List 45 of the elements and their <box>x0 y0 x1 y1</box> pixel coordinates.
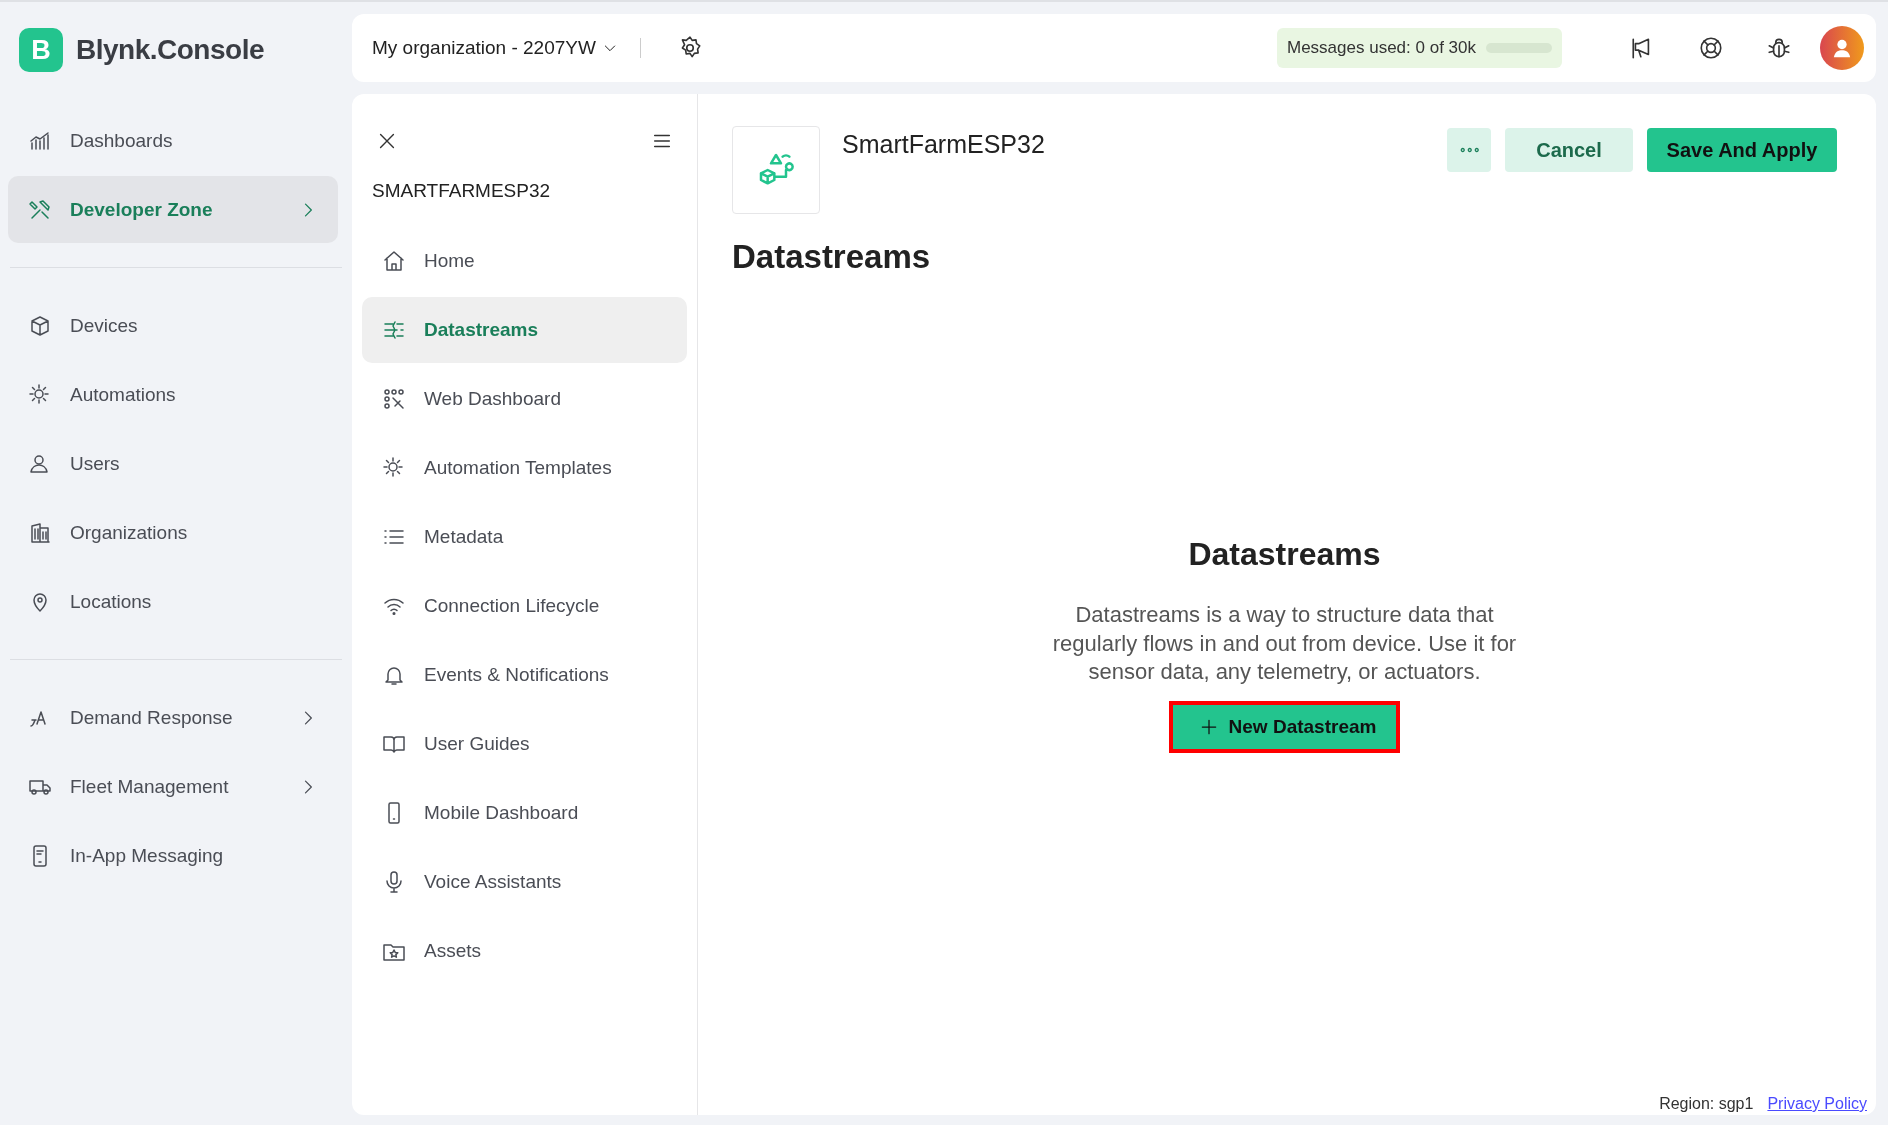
sidebar-item[interactable]: Demand Response <box>8 684 338 751</box>
tools-icon <box>28 197 52 222</box>
datastream-lines-icon <box>382 318 406 342</box>
template-nav-item[interactable]: User Guides <box>362 711 687 777</box>
page-title: Datastreams <box>732 238 932 276</box>
sun-icon <box>28 382 52 407</box>
sun-icon <box>382 456 406 480</box>
sidebar-item[interactable]: Locations <box>8 568 338 635</box>
organization-dropdown[interactable]: My organization - 2207YW <box>372 37 618 59</box>
logo-icon: B <box>19 28 63 72</box>
save-and-apply-button[interactable]: Save And Apply <box>1647 128 1837 172</box>
privacy-policy-link[interactable]: Privacy Policy <box>1767 1095 1867 1113</box>
building-icon <box>28 520 52 545</box>
sidebar-item[interactable]: In-App Messaging <box>8 822 338 889</box>
region-label: Region: sgp1 <box>1659 1095 1754 1113</box>
more-options-button[interactable]: ∘∘∘ <box>1447 128 1491 172</box>
cube-icon <box>28 313 52 338</box>
sidebar-item[interactable]: Organizations <box>8 499 338 566</box>
dashboard-grid-icon <box>382 387 406 411</box>
template-nav-item[interactable]: Mobile Dashboard <box>362 780 687 846</box>
template-nav-item[interactable]: Metadata <box>362 504 687 570</box>
avatar[interactable] <box>1820 26 1864 70</box>
sidebar-item[interactable]: Automations <box>8 361 338 428</box>
template-name: SmartFarmESP32 <box>842 129 1045 159</box>
template-nav-item[interactable]: Datastreams <box>362 297 687 363</box>
template-title: SMARTFARMESP32 <box>371 179 552 203</box>
brand-name: Blynk.Console <box>76 34 264 66</box>
template-nav-item[interactable]: Assets <box>362 918 687 984</box>
template-nav-item[interactable]: Home <box>362 228 687 294</box>
sidebar-item[interactable]: Fleet Management <box>8 753 338 820</box>
template-nav-item[interactable]: Web Dashboard <box>362 366 687 432</box>
lifebuoy-icon[interactable] <box>1698 35 1724 61</box>
sidebar-item[interactable]: Developer Zone <box>8 176 338 243</box>
sidebar-item[interactable]: Dashboards <box>8 107 338 174</box>
template-nav-item[interactable]: Connection Lifecycle <box>362 573 687 639</box>
template-nav-item[interactable]: Automation Templates <box>362 435 687 501</box>
template-nav-item[interactable]: Events & Notifications <box>362 642 687 708</box>
empty-state-title: Datastreams <box>1188 536 1381 573</box>
messages-usage-text: Messages used: 0 of 30k <box>1287 38 1476 58</box>
home-icon <box>382 249 406 273</box>
sidebar-item[interactable]: Devices <box>8 292 338 359</box>
template-nav-item[interactable]: Voice Assistants <box>362 849 687 915</box>
empty-state-description: Datastreams is a way to structure data that regularly flows in and out from device. Use it for sensor data, any telemetry, or actuators. <box>1051 601 1518 687</box>
cancel-button[interactable]: Cancel <box>1505 128 1633 172</box>
sidebar-item[interactable]: Users <box>8 430 338 497</box>
